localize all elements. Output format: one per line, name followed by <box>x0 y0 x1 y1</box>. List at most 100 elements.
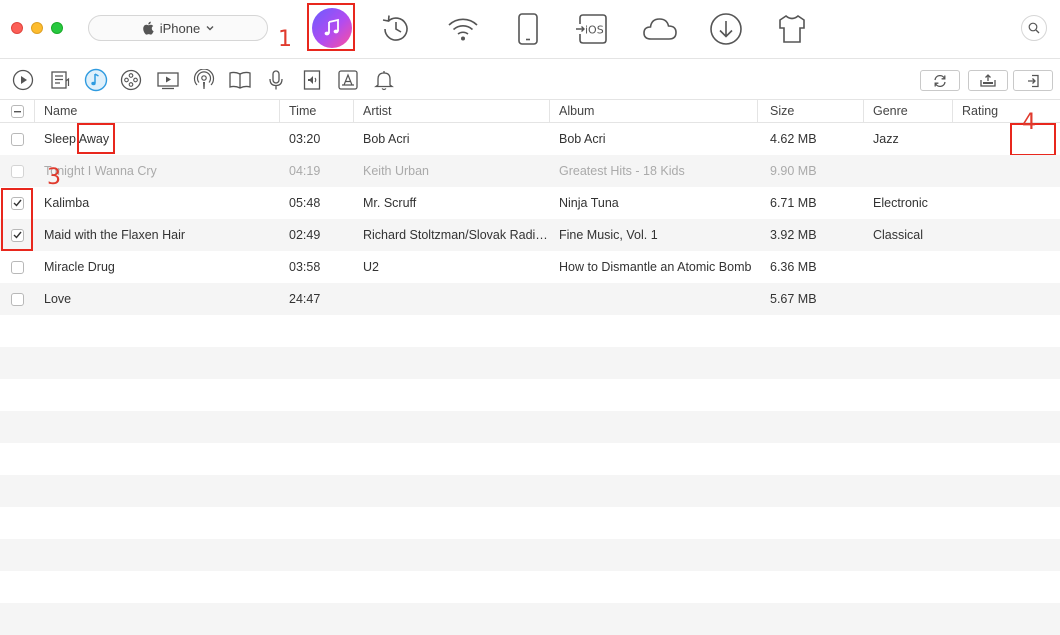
category-books[interactable] <box>228 68 252 92</box>
column-header-artist[interactable]: Artist <box>354 100 550 123</box>
cell-size: 9.90 MB <box>770 164 817 178</box>
column-header-name[interactable]: Name <box>35 100 280 123</box>
wifi-sync-tab[interactable] <box>444 10 482 48</box>
title-bar: iPhone 1 iOS <box>0 0 1060 58</box>
audiobook-icon <box>303 70 321 90</box>
table-row[interactable]: Miracle Drug 03:58 U2 How to Dismantle an A… <box>0 251 1060 283</box>
backup-history-icon <box>382 15 408 41</box>
row-checkbox[interactable] <box>11 164 24 178</box>
row-checkbox-cell[interactable] <box>0 164 35 178</box>
notification-icon <box>374 71 394 91</box>
cell-size: 3.92 MB <box>770 228 817 242</box>
search-icon <box>1028 22 1040 34</box>
cell-size: 5.67 MB <box>770 292 817 306</box>
export-to-computer-button[interactable] <box>968 70 1008 91</box>
cell-name: Love <box>44 292 72 306</box>
movie-icon <box>157 72 179 90</box>
empty-row <box>0 443 1060 475</box>
empty-row <box>0 475 1060 507</box>
cloud-icon <box>643 18 677 40</box>
book-icon <box>229 71 251 89</box>
category-music[interactable] <box>84 68 108 92</box>
row-checkbox[interactable] <box>11 132 24 146</box>
maximize-window-button[interactable] <box>51 22 63 34</box>
voice-memo-icon <box>269 70 283 90</box>
column-header-genre[interactable]: Genre <box>864 100 953 123</box>
cell-name: Sleep Away <box>44 132 110 146</box>
cell-time: 05:48 <box>289 196 321 210</box>
category-audiobooks[interactable] <box>300 68 324 92</box>
row-checkbox-cell[interactable] <box>0 260 35 274</box>
table-row[interactable]: Tonight I Wanna Cry 04:19 Keith Urban Great… <box>0 155 1060 187</box>
row-checkbox[interactable] <box>11 260 24 274</box>
close-window-button[interactable] <box>11 22 23 34</box>
device-selector[interactable]: iPhone <box>88 15 268 41</box>
search-button[interactable] <box>1021 15 1047 41</box>
cell-artist: U2 <box>363 260 379 274</box>
cell-name: Maid with the Flaxen Hair <box>44 228 186 242</box>
column-header-size[interactable]: Size <box>758 100 864 123</box>
row-checkbox[interactable] <box>11 196 24 210</box>
cell-album: Bob Acri <box>559 132 606 146</box>
checkmark-icon <box>13 231 22 239</box>
table-row[interactable]: Maid with the Flaxen Hair 02:49 Richard St… <box>0 219 1060 251</box>
row-checkbox-cell[interactable] <box>0 228 35 242</box>
category-apps[interactable] <box>336 68 360 92</box>
cell-genre: Jazz <box>873 132 899 146</box>
category-videos[interactable] <box>11 68 35 92</box>
checkmark-icon <box>13 199 22 207</box>
backup-history-tab[interactable] <box>377 10 415 48</box>
category-podcasts[interactable] <box>192 68 216 92</box>
row-checkbox[interactable] <box>11 228 24 242</box>
video-downloader-tab[interactable] <box>707 10 745 48</box>
cell-artist: Richard Stoltzman/Slovak Radio Symphony … <box>363 228 550 242</box>
chevron-down-icon <box>206 26 214 31</box>
row-checkbox-cell[interactable] <box>0 196 35 210</box>
empty-row <box>0 507 1060 539</box>
device-manager-tab[interactable] <box>509 10 547 48</box>
app-icon <box>338 70 358 90</box>
music-manager-tab[interactable] <box>312 8 352 48</box>
export-icon <box>980 73 996 87</box>
apple-icon <box>142 21 154 35</box>
row-checkbox-cell[interactable] <box>0 132 35 146</box>
cell-album: Ninja Tuna <box>559 196 619 210</box>
empty-row <box>0 347 1060 379</box>
icloud-manager-tab[interactable] <box>641 10 679 48</box>
cell-size: 6.36 MB <box>770 260 817 274</box>
category-voice-memos[interactable] <box>264 68 288 92</box>
column-header-time[interactable]: Time <box>280 100 354 123</box>
import-to-device-button[interactable] <box>1013 70 1053 91</box>
row-checkbox[interactable] <box>11 292 24 306</box>
empty-row <box>0 411 1060 443</box>
cell-artist: Bob Acri <box>363 132 410 146</box>
toolkit-tab[interactable] <box>773 10 811 48</box>
cell-time: 02:49 <box>289 228 321 242</box>
table-row[interactable]: Love 24:47 5.67 MB <box>0 283 1060 315</box>
table-row[interactable]: Sleep Away 03:20 Bob Acri Bob Acri 4.62 MB Ja… <box>0 123 1060 155</box>
table-row[interactable]: Kalimba 05:48 Mr. Scruff Ninja Tuna 6.71 MB E… <box>0 187 1060 219</box>
wifi-icon <box>448 18 478 41</box>
cell-time: 04:19 <box>289 164 321 178</box>
empty-row <box>0 571 1060 603</box>
category-playlists[interactable] <box>48 68 72 92</box>
row-checkbox-cell[interactable] <box>0 292 35 306</box>
cell-album: Greatest Hits - 18 Kids <box>559 164 685 178</box>
minimize-window-button[interactable] <box>31 22 43 34</box>
cell-album: How to Dismantle an Atomic Bomb <box>559 260 752 274</box>
empty-row <box>0 315 1060 347</box>
cell-artist: Mr. Scruff <box>363 196 417 210</box>
category-notifications[interactable] <box>372 68 396 92</box>
cell-name: Kalimba <box>44 196 90 210</box>
select-all-checkbox-cell[interactable] <box>0 100 35 123</box>
refresh-button[interactable] <box>920 70 960 91</box>
column-header-album[interactable]: Album <box>550 100 758 123</box>
cell-genre: Classical <box>873 228 924 242</box>
category-toolbar: 2 <box>0 58 1060 156</box>
category-movies[interactable] <box>156 68 180 92</box>
column-header-rating[interactable]: Rating <box>953 100 1060 123</box>
category-ringtones[interactable] <box>119 68 143 92</box>
podcast-icon <box>193 69 215 89</box>
select-all-checkbox[interactable] <box>10 105 24 118</box>
ios-mover-tab[interactable]: iOS <box>574 10 612 48</box>
